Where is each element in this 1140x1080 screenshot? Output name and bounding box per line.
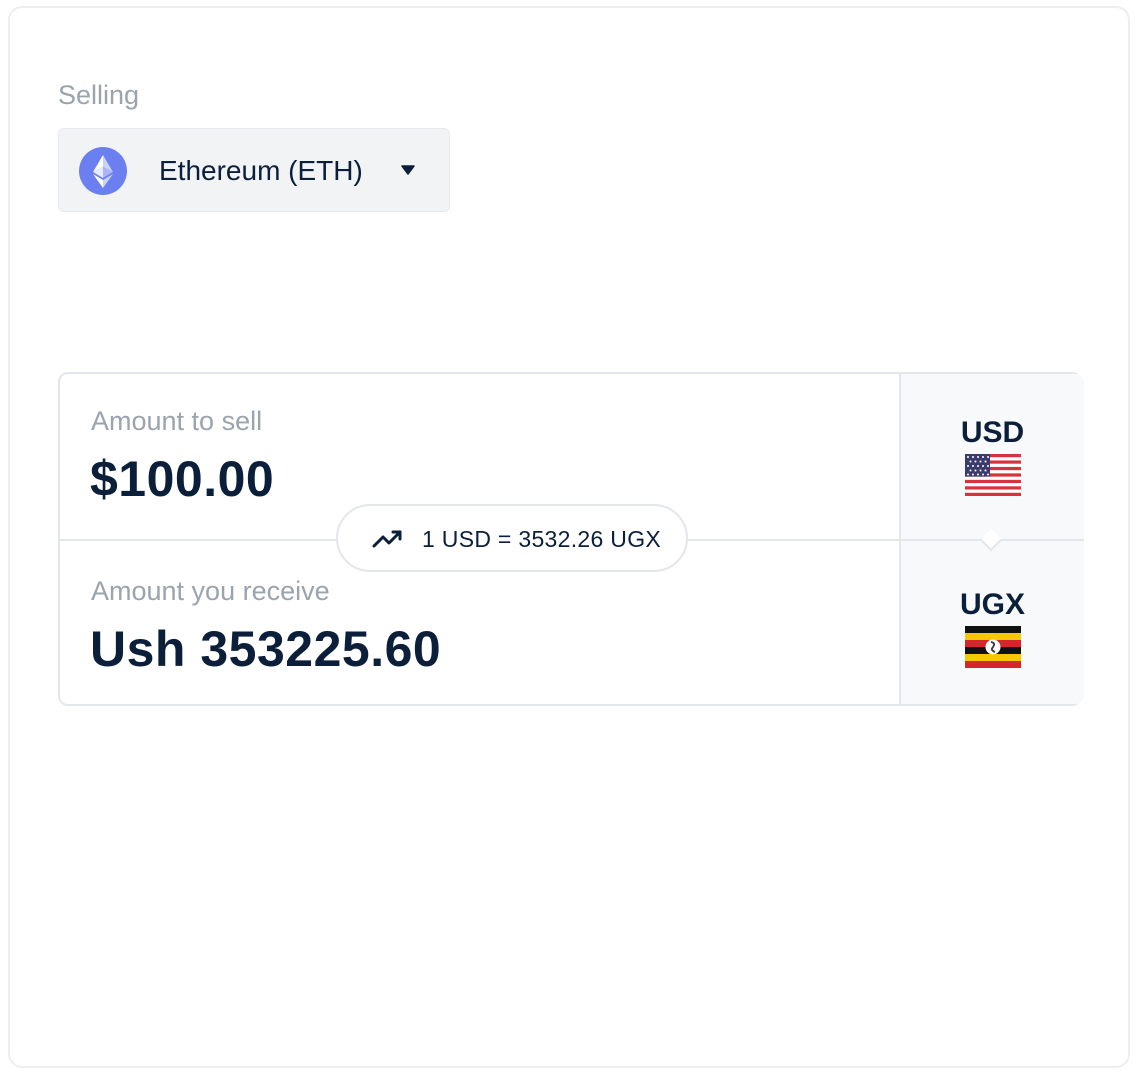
sell-currency-selector[interactable]: USD bbox=[901, 416, 1084, 496]
amount-to-sell-label: Amount to sell bbox=[91, 406, 263, 436]
uganda-flag-icon bbox=[964, 626, 1021, 668]
amount-receive-label: Amount you receive bbox=[91, 576, 330, 606]
receive-currency-code: UGX bbox=[959, 588, 1025, 621]
asset-name: Ethereum (ETH) bbox=[159, 155, 363, 186]
trending-up-icon bbox=[372, 530, 402, 548]
asset-select-dropdown[interactable]: Ethereum (ETH) bbox=[58, 128, 450, 212]
amount-receive-value: Ush 353225.60 bbox=[90, 621, 442, 677]
currency-panel: USD UGX bbox=[899, 374, 1084, 704]
exchange-rate-badge: 1 USD = 3532.26 UGX bbox=[336, 504, 688, 572]
receive-currency-selector[interactable]: UGX bbox=[901, 588, 1084, 668]
ethereum-icon bbox=[79, 147, 127, 195]
sell-currency-code: USD bbox=[960, 416, 1025, 449]
exchange-rate-text: 1 USD = 3532.26 UGX bbox=[422, 526, 662, 552]
chevron-down-icon bbox=[401, 165, 415, 175]
us-flag-icon bbox=[964, 454, 1021, 496]
amount-to-sell-input[interactable]: $100.00 bbox=[90, 450, 274, 508]
selling-label: Selling bbox=[58, 80, 140, 110]
panel-notch bbox=[979, 528, 1003, 552]
